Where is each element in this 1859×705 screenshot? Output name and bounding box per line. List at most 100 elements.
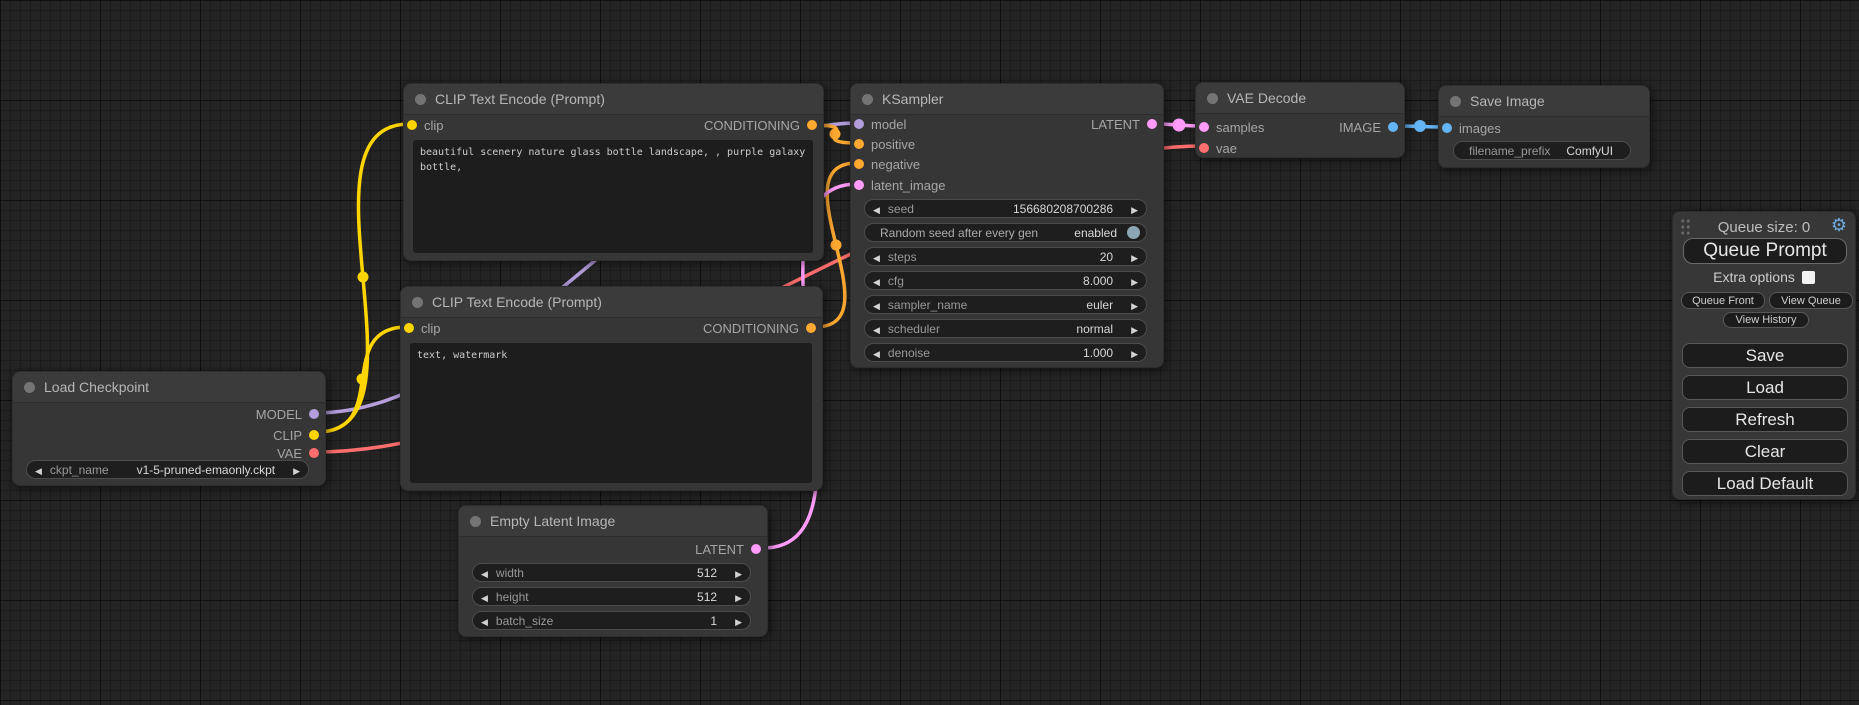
widget-width[interactable]: width 512 [472, 563, 751, 582]
node-clip-text-encode-positive[interactable]: CLIP Text Encode (Prompt) clip CONDITION… [403, 83, 824, 261]
slot-dot-vae[interactable] [309, 448, 319, 458]
collapse-dot-icon[interactable] [1450, 96, 1461, 107]
decrement-icon[interactable] [873, 250, 880, 264]
slot-dot-conditioning[interactable] [854, 159, 864, 169]
collapse-dot-icon[interactable] [24, 382, 35, 393]
output-slot-image[interactable]: IMAGE [1339, 117, 1398, 137]
increment-icon[interactable] [735, 614, 742, 628]
increment-icon[interactable] [1131, 250, 1138, 264]
slot-dot-clip[interactable] [407, 120, 417, 130]
decrement-icon[interactable] [481, 566, 488, 580]
node-header[interactable]: KSampler [851, 84, 1163, 115]
save-button[interactable]: Save [1682, 343, 1848, 368]
slot-dot-conditioning[interactable] [806, 323, 816, 333]
collapse-dot-icon[interactable] [412, 297, 423, 308]
decrement-icon[interactable] [873, 202, 880, 216]
slot-dot-latent[interactable] [1147, 119, 1157, 129]
widget-steps[interactable]: steps 20 [864, 247, 1147, 266]
slot-dot-image[interactable] [1388, 122, 1398, 132]
node-graph-canvas[interactable]: Load Checkpoint MODEL CLIP VAE ckpt_name… [0, 0, 1859, 705]
slot-dot-image[interactable] [1442, 123, 1452, 133]
node-header[interactable]: Empty Latent Image [459, 506, 767, 537]
collapse-dot-icon[interactable] [1207, 93, 1218, 104]
node-save-image[interactable]: Save Image images filename_prefix ComfyU… [1438, 85, 1650, 168]
prompt-textarea[interactable]: text, watermark [410, 343, 812, 483]
output-slot-latent[interactable]: LATENT [695, 539, 761, 559]
input-slot-clip[interactable]: clip [404, 318, 441, 338]
widget-height[interactable]: height 512 [472, 587, 751, 606]
input-slot-model[interactable]: model [854, 114, 906, 134]
decrement-icon[interactable] [873, 274, 880, 288]
collapse-dot-icon[interactable] [470, 516, 481, 527]
slot-dot-clip[interactable] [309, 430, 319, 440]
node-header[interactable]: VAE Decode [1196, 83, 1404, 114]
decrement-icon[interactable] [35, 463, 42, 477]
node-header[interactable]: CLIP Text Encode (Prompt) [401, 287, 822, 318]
widget-ckpt-name[interactable]: ckpt_name v1-5-pruned-emaonly.ckpt [26, 460, 309, 479]
queue-prompt-button[interactable]: Queue Prompt [1683, 238, 1847, 264]
settings-gear-icon[interactable] [1831, 215, 1847, 236]
input-slot-latent-image[interactable]: latent_image [854, 175, 945, 195]
slot-dot-vae[interactable] [1199, 143, 1209, 153]
increment-icon[interactable] [1131, 274, 1138, 288]
input-slot-clip[interactable]: clip [407, 115, 444, 135]
increment-icon[interactable] [735, 566, 742, 580]
slot-dot-conditioning[interactable] [854, 139, 864, 149]
widget-scheduler[interactable]: scheduler normal [864, 319, 1147, 338]
decrement-icon[interactable] [481, 590, 488, 604]
clear-button[interactable]: Clear [1682, 439, 1848, 464]
input-slot-vae[interactable]: vae [1199, 138, 1237, 158]
slot-dot-latent[interactable] [1199, 122, 1209, 132]
view-queue-button[interactable]: View Queue [1769, 292, 1853, 309]
slot-dot-clip[interactable] [404, 323, 414, 333]
widget-random-seed[interactable]: Random seed after every gen enabled [864, 223, 1147, 242]
increment-icon[interactable] [293, 463, 300, 477]
input-slot-negative[interactable]: negative [854, 154, 920, 174]
prompt-textarea[interactable]: beautiful scenery nature glass bottle la… [413, 140, 813, 253]
slot-dot-conditioning[interactable] [807, 120, 817, 130]
slot-dot-model[interactable] [854, 119, 864, 129]
collapse-dot-icon[interactable] [862, 94, 873, 105]
node-load-checkpoint[interactable]: Load Checkpoint MODEL CLIP VAE ckpt_name… [12, 371, 326, 486]
widget-cfg[interactable]: cfg 8.000 [864, 271, 1147, 290]
input-slot-samples[interactable]: samples [1199, 117, 1264, 137]
node-header[interactable]: Save Image [1439, 86, 1649, 117]
decrement-icon[interactable] [873, 298, 880, 312]
slot-dot-latent[interactable] [751, 544, 761, 554]
input-slot-positive[interactable]: positive [854, 134, 915, 154]
node-header[interactable]: CLIP Text Encode (Prompt) [404, 84, 823, 115]
increment-icon[interactable] [1131, 298, 1138, 312]
load-button[interactable]: Load [1682, 375, 1848, 400]
input-slot-images[interactable]: images [1442, 118, 1501, 138]
output-slot-clip[interactable]: CLIP [273, 425, 319, 445]
increment-icon[interactable] [1131, 322, 1138, 336]
increment-icon[interactable] [735, 590, 742, 604]
node-header[interactable]: Load Checkpoint [13, 372, 325, 403]
output-slot-conditioning[interactable]: CONDITIONING [703, 318, 816, 338]
output-slot-model[interactable]: MODEL [256, 404, 319, 424]
output-slot-latent[interactable]: LATENT [1091, 114, 1157, 134]
refresh-button[interactable]: Refresh [1682, 407, 1848, 432]
slot-dot-latent[interactable] [854, 180, 864, 190]
widget-denoise[interactable]: denoise 1.000 [864, 343, 1147, 362]
decrement-icon[interactable] [873, 346, 880, 360]
queue-panel[interactable]: Queue size: 0 Queue Prompt Extra options… [1672, 211, 1856, 500]
widget-sampler-name[interactable]: sampler_name euler [864, 295, 1147, 314]
node-ksampler[interactable]: KSampler model positive negative latent_… [850, 83, 1164, 368]
slot-dot-model[interactable] [309, 409, 319, 419]
decrement-icon[interactable] [481, 614, 488, 628]
decrement-icon[interactable] [873, 322, 880, 336]
increment-icon[interactable] [1131, 202, 1138, 216]
seed-toggle-icon[interactable] [1127, 226, 1140, 239]
widget-filename-prefix[interactable]: filename_prefix ComfyUI [1453, 141, 1631, 160]
output-slot-conditioning[interactable]: CONDITIONING [704, 115, 817, 135]
increment-icon[interactable] [1131, 346, 1138, 360]
extra-options-checkbox[interactable] [1802, 271, 1815, 284]
queue-front-button[interactable]: Queue Front [1681, 292, 1765, 309]
node-empty-latent-image[interactable]: Empty Latent Image LATENT width 512 heig… [458, 505, 768, 637]
widget-batch-size[interactable]: batch_size 1 [472, 611, 751, 630]
node-clip-text-encode-negative[interactable]: CLIP Text Encode (Prompt) clip CONDITION… [400, 286, 823, 491]
view-history-button[interactable]: View History [1723, 312, 1809, 328]
collapse-dot-icon[interactable] [415, 94, 426, 105]
load-default-button[interactable]: Load Default [1682, 471, 1848, 496]
